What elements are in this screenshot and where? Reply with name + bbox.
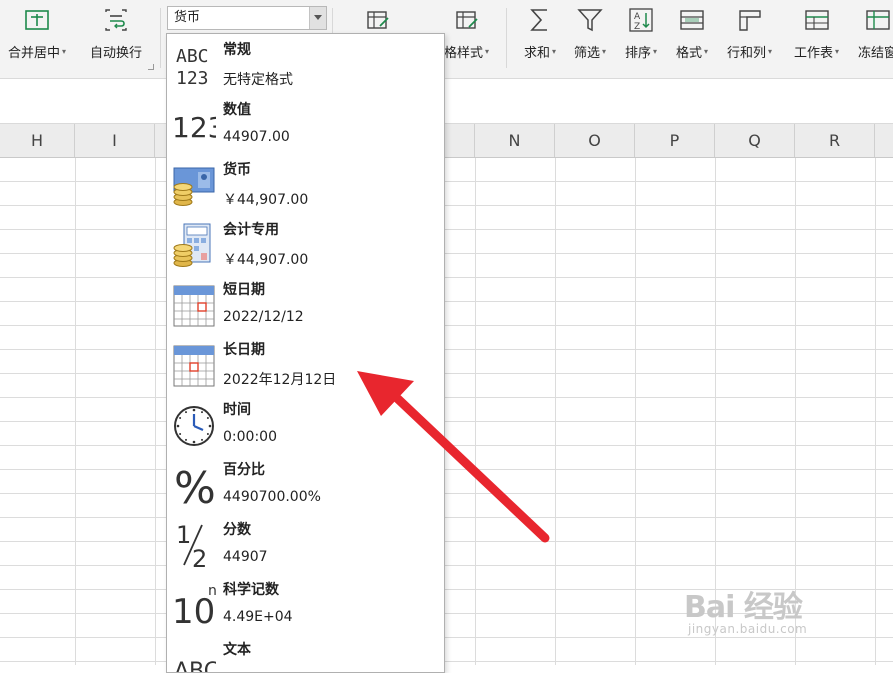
baidu-watermark: Bai 经验 jingyan.baidu.com — [676, 582, 856, 652]
red-arrow-annotation — [357, 371, 550, 543]
watermark-title: Bai 经验 — [684, 590, 803, 625]
watermark-domain: jingyan.baidu.com — [688, 622, 808, 636]
